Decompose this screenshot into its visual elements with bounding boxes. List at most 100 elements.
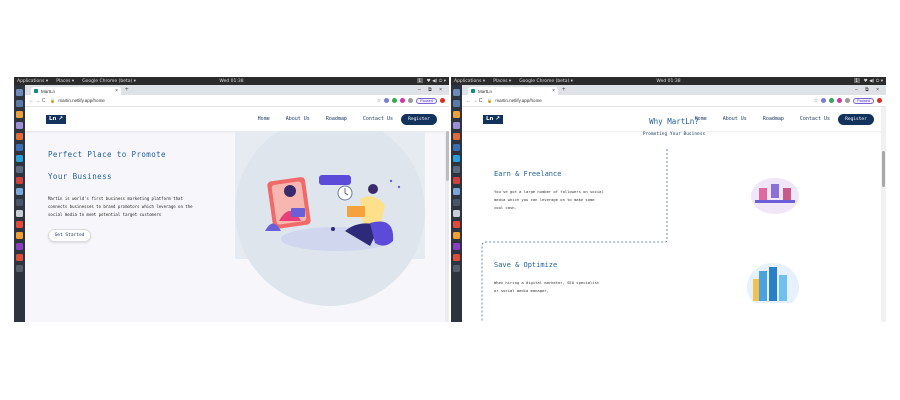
url-text[interactable]: martin.netlify.app/home: [495, 98, 541, 103]
dock-app-icon[interactable]: [16, 133, 23, 140]
dock-app-icon[interactable]: [453, 232, 460, 239]
extension-icon[interactable]: [837, 98, 843, 103]
extension-icon[interactable]: [400, 98, 406, 103]
chrome-menu-icon[interactable]: [440, 98, 445, 103]
extension-icon[interactable]: [845, 98, 851, 103]
extension-icon[interactable]: [821, 98, 827, 103]
dock-app-icon[interactable]: [16, 210, 23, 217]
dock-app-icon[interactable]: [16, 89, 23, 96]
dock-app-icon[interactable]: [16, 221, 23, 228]
dock-app-icon[interactable]: [453, 199, 460, 206]
website-viewport: Ln ↗ Home About Us Roadmap Contact Us Re…: [25, 107, 449, 322]
dock-app-icon[interactable]: [453, 177, 460, 184]
system-tray[interactable]: 1 ♥ ◀) ⏻ ▾: [416, 78, 446, 84]
scrollbar-thumb[interactable]: [445, 131, 449, 181]
clock[interactable]: Wed 01:38: [219, 79, 243, 84]
extension-icon[interactable]: [829, 98, 835, 103]
nav-buttons[interactable]: ← → C: [29, 98, 45, 104]
dock-app-icon[interactable]: [453, 254, 460, 261]
dock-app-icon[interactable]: [453, 221, 460, 228]
dock-app-icon[interactable]: [16, 144, 23, 151]
extension-icon[interactable]: [384, 98, 390, 103]
places-menu[interactable]: Places ▾: [493, 79, 511, 84]
lock-icon: 🔒: [50, 98, 56, 103]
dock-app-icon[interactable]: [453, 133, 460, 140]
page-scrollbar[interactable]: [445, 131, 449, 322]
save-illustration: [747, 263, 799, 303]
nav-buttons[interactable]: ← → C: [466, 98, 482, 104]
nav-link-contact[interactable]: Contact Us: [363, 116, 393, 122]
tray-icons[interactable]: ♥ ◀) ⏻ ▾: [427, 78, 446, 84]
dock-app-icon[interactable]: [16, 177, 23, 184]
nav-link-about[interactable]: About Us: [286, 116, 310, 122]
clock[interactable]: Wed 01:38: [656, 79, 680, 84]
dock-app-icon[interactable]: [453, 243, 460, 250]
desktop-screen-left: Applications ▾ Places ▾ Google Chrome (b…: [14, 77, 449, 322]
browser-chrome: MartLn × + – ⧉ × ← → C 🔒 martin.netlify.…: [462, 85, 886, 107]
dock-app-icon[interactable]: [16, 111, 23, 118]
dock-app-icon[interactable]: [453, 166, 460, 173]
dock-app-icon[interactable]: [16, 243, 23, 250]
section-title-save: Save & Optimize: [494, 261, 558, 269]
dock-app-icon[interactable]: [16, 232, 23, 239]
scrollbar-thumb[interactable]: [882, 151, 885, 187]
hero-illustration: [235, 131, 425, 306]
why-title: Why MartLn?: [649, 117, 699, 126]
browser-tab[interactable]: MartLn ×: [468, 87, 558, 95]
star-icon[interactable]: ☆: [377, 98, 381, 104]
website-viewport: Ln ↗ Home About Us Roadmap Contact Us Re…: [462, 107, 886, 322]
new-tab-button[interactable]: +: [125, 87, 129, 93]
app-menu[interactable]: Google Chrome (beta) ▾: [82, 79, 136, 84]
dock-app-icon[interactable]: [16, 166, 23, 173]
nav-link-roadmap[interactable]: Roadmap: [326, 116, 347, 122]
system-top-bar: Applications ▾ Places ▾ Google Chrome (b…: [451, 77, 886, 85]
tray-icons[interactable]: ♥ ◀) ⏻ ▾: [864, 78, 883, 84]
system-top-bar: Applications ▾ Places ▾ Google Chrome (b…: [14, 77, 449, 85]
register-button[interactable]: Register: [401, 114, 437, 125]
url-text[interactable]: martin.netlify.app/home: [58, 98, 104, 103]
dock-app-icon[interactable]: [453, 100, 460, 107]
dock-app-icon[interactable]: [16, 155, 23, 162]
browser-tab[interactable]: MartLn ×: [31, 87, 121, 95]
address-bar[interactable]: 🔒 martin.netlify.app/home: [50, 98, 104, 103]
nav-link-home[interactable]: Home: [258, 116, 270, 122]
dock-app-icon[interactable]: [453, 155, 460, 162]
dock-app-icon[interactable]: [16, 100, 23, 107]
window-controls[interactable]: – ⧉ ×: [418, 87, 445, 93]
applications-menu[interactable]: Applications ▾: [17, 79, 48, 84]
dock-app-icon[interactable]: [453, 144, 460, 151]
dock-app-icon[interactable]: [453, 89, 460, 96]
site-logo[interactable]: Ln ↗: [46, 115, 66, 124]
show-apps-icon[interactable]: [453, 265, 460, 272]
dock-app-icon[interactable]: [453, 210, 460, 217]
workspace-indicator[interactable]: 1: [416, 78, 423, 83]
applications-menu[interactable]: Applications ▾: [454, 79, 485, 84]
workspace-indicator[interactable]: 1: [853, 78, 860, 83]
get-started-button[interactable]: Get Started: [48, 229, 91, 242]
chrome-menu-icon[interactable]: [877, 98, 882, 103]
extension-icon[interactable]: [408, 98, 414, 103]
places-menu[interactable]: Places ▾: [56, 79, 74, 84]
dock-app-icon[interactable]: [16, 254, 23, 261]
window-controls[interactable]: – ⧉ ×: [855, 87, 882, 93]
new-tab-button[interactable]: +: [562, 87, 566, 93]
profile-paused-button[interactable]: Paused: [416, 97, 437, 104]
lock-icon: 🔒: [487, 98, 493, 103]
dock-app-icon[interactable]: [16, 188, 23, 195]
dock-app-icon[interactable]: [453, 111, 460, 118]
star-icon[interactable]: ☆: [814, 98, 818, 104]
dock-app-icon[interactable]: [453, 188, 460, 195]
page-scrollbar[interactable]: [881, 107, 886, 322]
system-tray[interactable]: 1 ♥ ◀) ⏻ ▾: [853, 78, 883, 84]
dock-app-icon[interactable]: [453, 122, 460, 129]
profile-paused-button[interactable]: Paused: [853, 97, 874, 104]
app-menu[interactable]: Google Chrome (beta) ▾: [519, 79, 573, 84]
dock-app-icon[interactable]: [16, 122, 23, 129]
dock-app-icon[interactable]: [16, 199, 23, 206]
tab-close-icon[interactable]: ×: [115, 88, 118, 94]
extension-icon[interactable]: [392, 98, 398, 103]
tab-title: MartLn: [478, 88, 493, 94]
address-bar[interactable]: 🔒 martin.netlify.app/home: [487, 98, 541, 103]
tab-close-icon[interactable]: ×: [552, 88, 555, 94]
show-apps-icon[interactable]: [16, 265, 23, 272]
